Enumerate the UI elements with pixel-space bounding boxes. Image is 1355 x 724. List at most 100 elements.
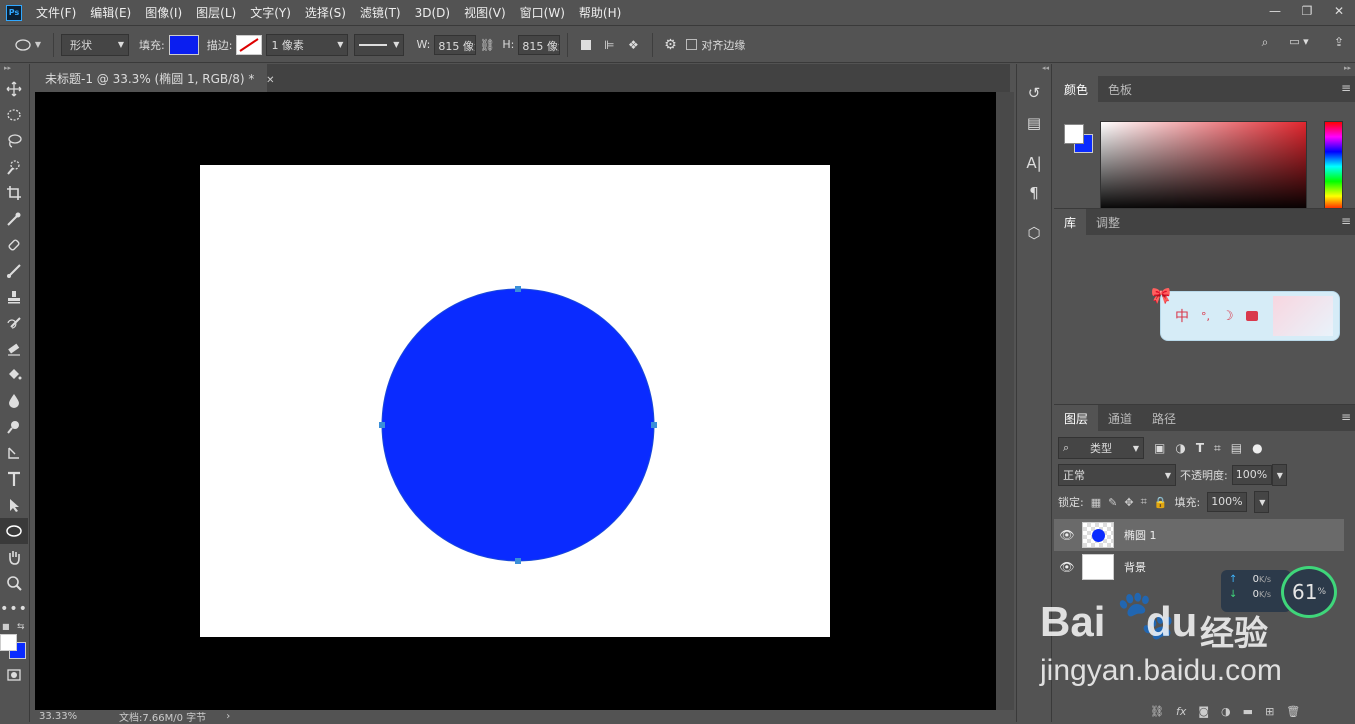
menu-layer[interactable]: 图层(L) [196,4,236,21]
move-tool-icon[interactable] [0,76,28,102]
crop-tool-icon[interactable] [0,180,28,206]
layer-row[interactable]: 👁 椭圆 1 [1054,519,1344,551]
stroke-type-select[interactable]: ▼ [354,33,405,56]
properties-icon[interactable]: ▤ [1017,108,1051,138]
visibility-eye-icon[interactable]: 👁 [1054,560,1080,574]
panel-menu-icon[interactable]: ≡ [1341,410,1351,424]
lock-artboard-icon[interactable]: ⌗ [1141,495,1147,509]
menu-select[interactable]: 选择(S) [305,4,346,21]
gear-icon[interactable]: ⚙ [660,37,680,53]
layer-name[interactable]: 椭圆 1 [1124,527,1157,543]
character-icon[interactable]: A| [1017,148,1051,178]
3d-icon[interactable]: ⬡ [1017,218,1051,248]
default-colors-icon[interactable]: ■ [2,622,10,631]
swap-colors-icon[interactable]: ⇆ [17,622,25,632]
menu-type[interactable]: 文字(Y) [250,4,291,21]
dodge-tool-icon[interactable] [0,414,28,440]
layer-filter-select[interactable]: ⌕ 类型 ▼ [1058,437,1144,459]
history-brush-tool-icon[interactable] [0,310,28,336]
hue-slider[interactable] [1324,121,1343,212]
ellipse-tool-preset-icon[interactable]: ▼ [10,34,46,56]
menu-view[interactable]: 视图(V) [464,4,506,21]
zoom-tool-icon[interactable] [0,570,28,596]
path-operations-icon[interactable] [575,39,597,50]
close-icon[interactable]: ✕ [1323,0,1355,22]
ime-moon-icon[interactable]: ☽ [1222,309,1234,324]
trash-icon[interactable]: 🗑 [1286,705,1300,718]
filter-shape-icon[interactable]: ⌗ [1214,441,1221,456]
ime-toolbar[interactable]: 🎀 中 °, ☽ [1151,286,1340,341]
panel-menu-icon[interactable]: ≡ [1341,214,1351,228]
height-input[interactable]: 815 像素 [518,34,561,55]
paragraph-icon[interactable]: ¶ [1017,178,1051,208]
document-canvas[interactable] [200,165,830,637]
collapse-icon[interactable]: ▸▸ [1054,64,1355,76]
share-icon[interactable]: ⇪ [1330,35,1348,49]
more-tools-icon[interactable]: ••• [0,596,28,622]
lasso-tool-icon[interactable] [0,128,28,154]
history-icon[interactable]: ↺ [1017,78,1051,108]
menu-3d[interactable]: 3D(D) [415,6,450,20]
foreground-color-swatch[interactable] [0,634,17,651]
ime-skin-icon[interactable] [1245,311,1258,321]
tab-channels[interactable]: 通道 [1098,405,1142,431]
collapse-icon[interactable]: ◂◂ [1017,64,1051,78]
vertical-scrollbar[interactable] [996,92,1014,710]
tab-libraries[interactable]: 库 [1054,209,1087,235]
link-icon[interactable]: ⛓ [476,38,498,52]
healing-brush-tool-icon[interactable] [0,232,28,258]
ellipse-tool-icon[interactable] [0,518,28,544]
eyedropper-tool-icon[interactable] [0,206,28,232]
filter-adjustment-icon[interactable]: ◑ [1175,441,1185,455]
canvas-area[interactable] [35,92,996,710]
adjustment-layer-icon[interactable]: ◑ [1221,705,1231,718]
eraser-tool-icon[interactable] [0,336,28,362]
align-edges-checkbox[interactable] [686,39,698,50]
lock-all-icon[interactable]: 🔒 [1154,496,1168,509]
anchor-point-left[interactable] [379,422,385,428]
filter-pixel-icon[interactable]: ▣ [1154,441,1165,455]
tab-color[interactable]: 颜色 [1054,76,1099,102]
ime-punct-icon[interactable]: °, [1201,310,1210,323]
menu-window[interactable]: 窗口(W) [520,4,565,21]
document-tab[interactable]: 未标题-1 @ 33.3% (椭圆 1, RGB/8) * ✕ [35,64,275,92]
lock-position-icon[interactable]: ✥ [1124,496,1133,509]
ellipse-shape[interactable] [381,288,655,562]
pen-tool-icon[interactable] [0,440,28,466]
new-group-icon[interactable]: ▬ [1243,705,1253,718]
lock-transparent-icon[interactable]: ▦ [1091,496,1101,509]
color-field[interactable] [1100,121,1307,212]
panel-menu-icon[interactable]: ≡ [1341,81,1351,95]
tab-paths[interactable]: 路径 [1142,405,1186,431]
blend-mode-select[interactable]: 正常 ▼ [1058,464,1176,486]
quick-mask-icon[interactable] [0,662,28,688]
ime-mode-label[interactable]: 中 [1175,306,1189,326]
collapse-icon[interactable]: ▸▸ [0,64,29,76]
tab-adjustments[interactable]: 调整 [1086,209,1130,235]
path-arrangement-icon[interactable]: ❖ [621,38,645,52]
hand-tool-icon[interactable] [0,544,28,570]
menu-help[interactable]: 帮助(H) [579,4,621,21]
color-swatches[interactable]: ■ ⇆ [0,622,29,662]
blur-tool-icon[interactable] [0,388,28,414]
stamp-tool-icon[interactable] [0,284,28,310]
paint-bucket-tool-icon[interactable] [0,362,28,388]
stroke-width-select[interactable]: 1 像素 ▼ [266,33,349,56]
tab-swatches[interactable]: 色板 [1098,76,1142,102]
quick-selection-tool-icon[interactable] [0,154,28,180]
tab-layers[interactable]: 图层 [1054,405,1099,431]
fill-dropdown[interactable]: ▼ [1254,491,1270,513]
menu-edit[interactable]: 编辑(E) [90,4,131,21]
close-tab-icon[interactable]: ✕ [266,75,274,86]
new-layer-icon[interactable]: ⊞ [1265,705,1274,718]
anchor-point-top[interactable] [515,286,521,292]
filter-smart-object-icon[interactable]: ▤ [1231,441,1242,455]
brush-tool-icon[interactable] [0,258,28,284]
mode-select[interactable]: 形状 ▼ [61,33,129,56]
fill-color-swatch[interactable] [168,34,199,55]
opacity-input[interactable]: 100% [1231,465,1272,485]
lock-image-icon[interactable]: ✎ [1108,496,1117,509]
menu-file[interactable]: 文件(F) [36,4,76,21]
opacity-dropdown[interactable]: ▼ [1271,464,1287,486]
color-panel-fg-swatch[interactable] [1064,124,1084,144]
